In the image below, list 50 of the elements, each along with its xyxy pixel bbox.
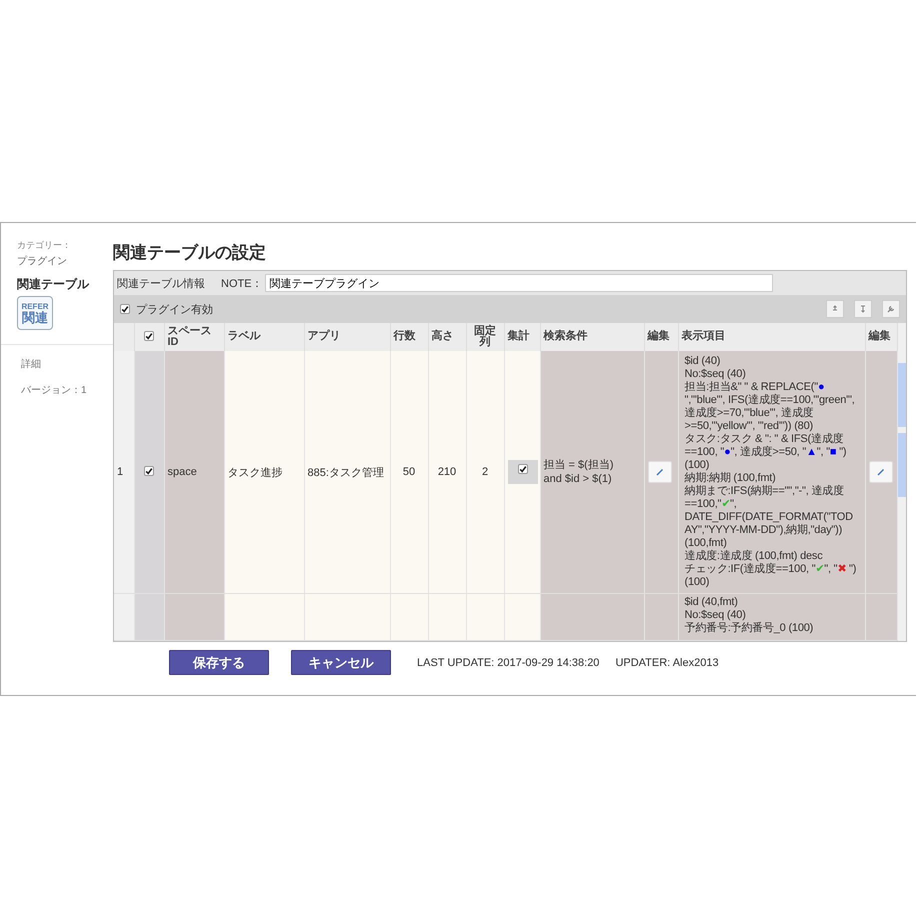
- enable-checkbox[interactable]: [120, 304, 130, 314]
- settings-button[interactable]: [882, 300, 900, 318]
- column-header: 固定列: [466, 323, 504, 352]
- sidebar-link[interactable]: 詳細: [21, 357, 113, 371]
- search-condition-line: 担当 = $(担当): [544, 458, 614, 472]
- logo-text: 関連: [22, 311, 48, 324]
- move-up-button[interactable]: [826, 300, 844, 318]
- edit-button[interactable]: [648, 461, 672, 484]
- move-down-button[interactable]: [854, 300, 872, 318]
- updater-text: UPDATER: Alex2013: [615, 656, 719, 668]
- column-header: 編集: [644, 323, 678, 352]
- row-number: 1: [117, 466, 124, 478]
- table-cell: space: [168, 466, 197, 478]
- last-update-text: LAST UPDATE: 2017-09-29 14:38:20: [417, 656, 600, 668]
- checkbox-label: プラグイン有効: [136, 302, 213, 316]
- display-items-text: $id (40,fmt) No:$seq (40) 予約番号:予約番号_0 (100): [684, 595, 814, 636]
- display-items-text: $id (40) No:$seq (40) 担当:担当&" " & REPLACE("● ","'blue'", IFS(達成度==100,"'green'", 達成度>=70,"'blue'", 達成度>=50,"'yellow'", "'red'")) (80) タスク:タスク & ": " & IFS(達成度==100, "●", 達成度>=50, "▲", "■ ") (100) 納期:納期 (100,fmt) 納期まで:IFS(納期=="","-", 達成度==100,"✔", DATE_DIFF(DATE_FORMAT("TODAY","YYYY-MM-DD"),納期,"day")) (100,fmt) 達成度:達成度 (100,fmt) desc チェック:IF(達成度==100, "✔", "✖ ") (100): [684, 354, 858, 590]
- wrench-icon: [885, 303, 897, 315]
- category-name: プラグイン: [17, 254, 68, 268]
- column-header: 高さ: [428, 323, 466, 352]
- category-label: カテゴリー：: [17, 239, 72, 252]
- pencil-icon: [876, 467, 886, 478]
- table-cell: 2: [482, 466, 488, 478]
- edit-button[interactable]: [868, 461, 892, 484]
- column-header: スペース ID: [164, 323, 224, 352]
- column-header: 表示項目: [678, 323, 865, 352]
- column-header: アプリ: [304, 323, 390, 352]
- column-header: 検索条件: [540, 323, 644, 352]
- save-button[interactable]: 保存する: [169, 650, 269, 675]
- logo-text: REFER: [21, 302, 49, 311]
- table-cell: 885:タスク管理: [308, 466, 384, 479]
- column-header: 編集: [865, 323, 897, 352]
- section-label: 関連テーブル情報: [117, 276, 206, 290]
- aggregate-checkbox[interactable]: [518, 464, 528, 474]
- sidebar-link[interactable]: バージョン：1: [21, 383, 113, 397]
- column-header: 集計: [504, 323, 540, 352]
- plugin-name: 関連テーブル: [17, 276, 90, 293]
- note-field[interactable]: 関連テーブプラグイン: [264, 274, 773, 292]
- column-header: 行数: [390, 323, 428, 352]
- page-title: 関連テーブルの設定: [113, 242, 267, 264]
- select-all-checkbox[interactable]: [144, 330, 154, 341]
- note-label: NOTE：: [221, 276, 263, 290]
- row-checkbox[interactable]: [144, 466, 154, 476]
- table-cell: タスク進捗: [228, 466, 282, 479]
- table-cell: 50: [402, 466, 416, 478]
- table-cell: 210: [438, 466, 456, 478]
- pencil-icon: [654, 467, 664, 478]
- cancel-button[interactable]: キャンセル: [291, 650, 391, 675]
- search-condition-line: and $id > $(1): [544, 472, 613, 486]
- column-header: ラベル: [224, 323, 304, 352]
